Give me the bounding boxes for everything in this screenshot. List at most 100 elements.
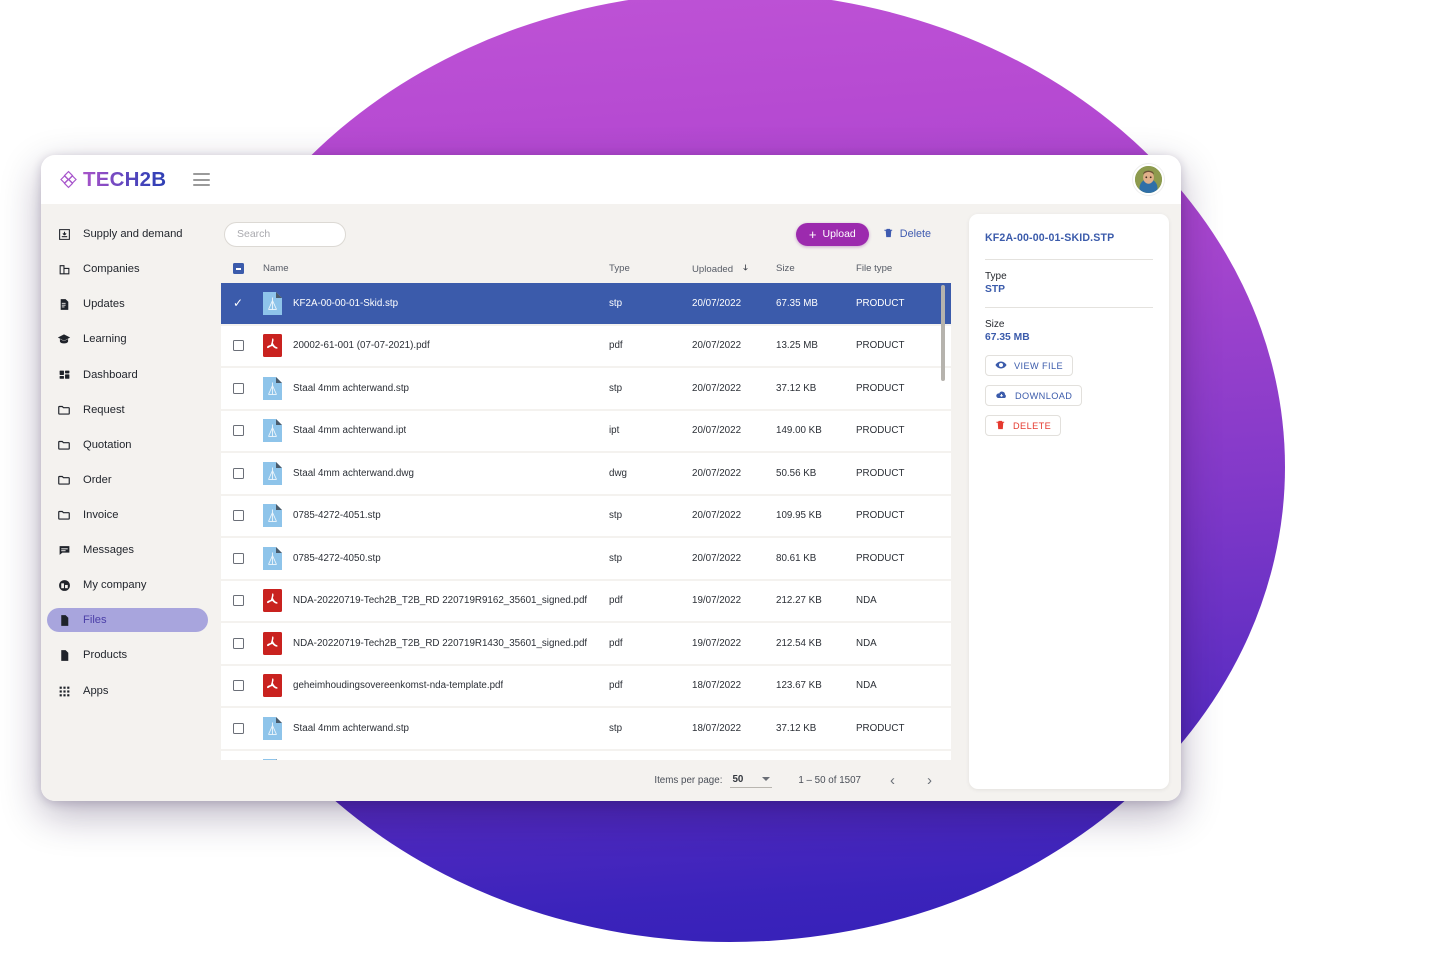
column-header-name[interactable]: Name <box>263 263 609 274</box>
download-button[interactable]: DOWNLOAD <box>985 385 1083 406</box>
column-header-filetype[interactable]: File type <box>856 263 951 274</box>
delete-button-label: Delete <box>899 228 931 240</box>
row-name-cell: Staal 4mm achterwand.stp <box>263 376 609 400</box>
detail-type-label: Type <box>985 271 1007 282</box>
sidebar-item-label: Order <box>83 474 112 486</box>
chevron-right-icon[interactable]: › <box>924 773 935 788</box>
row-uploaded: 20/07/2022 <box>692 425 742 437</box>
row-size: 67.35 MB <box>776 297 818 309</box>
column-header-size[interactable]: Size <box>776 263 856 274</box>
table-row[interactable]: NDA-20220719-Tech2B_T2B_RD 220719R1430_3… <box>221 623 951 666</box>
sidebar-item-learning[interactable]: Learning <box>47 327 208 351</box>
file-icon <box>57 648 71 662</box>
table-row[interactable]: 20002-61-001 (07-07-2021).pdf pdf 20/07/… <box>221 325 951 368</box>
table-body[interactable]: ✓ KF2A-00-00-01-Skid.stp stp 20/07/2022 … <box>221 283 951 760</box>
row-name-cell: geheimhoudingsovereenkomst-nda-template.… <box>263 674 609 698</box>
row-checkbox[interactable] <box>233 595 263 607</box>
sidebar-item-updates[interactable]: Updates <box>47 292 208 316</box>
table-row[interactable]: Staal 4mm achterwand.stp stp 18/07/2022 … <box>221 708 951 751</box>
sidebar-item-my-company[interactable]: My company <box>47 573 208 597</box>
sidebar-group-3: Apps <box>41 679 216 703</box>
sidebar-item-messages[interactable]: Messages <box>47 538 208 562</box>
view-file-label: VIEW FILE <box>1014 360 1064 371</box>
row-checkbox[interactable]: ✓ <box>233 297 263 309</box>
table-row[interactable]: 0785-4272-4051.stp stp 20/07/2022 109.95… <box>221 495 951 538</box>
table-row[interactable] <box>221 750 951 760</box>
sidebar-item-request[interactable]: Request <box>47 398 208 422</box>
row-filetype: PRODUCT <box>856 722 905 734</box>
checkbox-icon <box>233 340 244 352</box>
sidebar-item-order[interactable]: Order <box>47 468 208 492</box>
table-header-row: Name Type Uploaded Size File type <box>221 254 951 283</box>
cad-file-icon <box>263 504 282 528</box>
sidebar-item-apps[interactable]: Apps <box>47 679 208 703</box>
app-window: TECH2B Supply and demand Companies Updat… <box>41 155 1181 801</box>
row-size: 109.95 KB <box>776 510 822 522</box>
table-scrollbar-thumb[interactable] <box>940 285 945 381</box>
delete-button[interactable]: Delete <box>883 227 931 242</box>
file-name: geheimhoudingsovereenkomst-nda-template.… <box>293 680 504 692</box>
row-checkbox[interactable] <box>233 467 263 479</box>
row-name-cell: 0785-4272-4050.stp <box>263 546 609 570</box>
row-name-cell: NDA-20220719-Tech2B_T2B_RD 220719R1430_3… <box>263 631 609 655</box>
row-checkbox[interactable] <box>233 552 263 564</box>
detail-divider <box>985 259 1153 260</box>
select-all-checkbox[interactable] <box>233 263 263 274</box>
table-row[interactable]: Staal 4mm achterwand.dwg dwg 20/07/2022 … <box>221 453 951 496</box>
row-uploaded: 20/07/2022 <box>692 552 742 564</box>
dashboard-grid-icon <box>57 368 71 382</box>
row-uploaded: 20/07/2022 <box>692 467 742 479</box>
checkbox-icon <box>233 552 244 564</box>
table-row[interactable]: 0785-4272-4050.stp stp 20/07/2022 80.61 … <box>221 538 951 581</box>
sidebar-group-1: Supply and demand Companies Updates Lear… <box>41 222 216 351</box>
row-checkbox[interactable] <box>233 722 263 734</box>
row-checkbox[interactable] <box>233 637 263 649</box>
row-checkbox[interactable] <box>233 425 263 437</box>
sidebar-item-supply-and-demand[interactable]: Supply and demand <box>47 222 208 246</box>
row-checkbox[interactable] <box>233 340 263 352</box>
sidebar-item-label: Dashboard <box>83 369 138 381</box>
table-row[interactable]: NDA-20220719-Tech2B_T2B_RD 220719R9162_3… <box>221 580 951 623</box>
checkbox-icon <box>233 722 244 734</box>
chevron-down-icon <box>762 777 771 781</box>
row-size: 37.12 KB <box>776 382 817 394</box>
plus-icon: + <box>808 226 817 242</box>
brand-logo[interactable]: TECH2B <box>59 168 166 192</box>
file-detail-panel: KF2A-00-00-01-SKID.STP Type STP Size 67.… <box>969 214 1169 789</box>
company-badge-icon <box>57 578 71 592</box>
table-row[interactable]: Staal 4mm achterwand.ipt ipt 20/07/2022 … <box>221 410 951 453</box>
top-bar: TECH2B <box>41 155 1181 204</box>
row-size: 50.56 KB <box>776 467 817 479</box>
detail-delete-button[interactable]: DELETE <box>985 415 1062 436</box>
table-row[interactable]: Staal 4mm achterwand.stp stp 20/07/2022 … <box>221 368 951 411</box>
sidebar-item-products[interactable]: Products <box>47 643 208 667</box>
table-row[interactable]: geheimhoudingsovereenkomst-nda-template.… <box>221 665 951 708</box>
column-header-type[interactable]: Type <box>609 263 692 274</box>
table-row[interactable]: ✓ KF2A-00-00-01-Skid.stp stp 20/07/2022 … <box>221 283 951 326</box>
sidebar-item-dashboard[interactable]: Dashboard <box>47 363 208 387</box>
column-header-uploaded[interactable]: Uploaded <box>692 262 776 276</box>
hamburger-menu-icon[interactable] <box>193 173 211 186</box>
sidebar-item-files[interactable]: Files <box>47 608 208 632</box>
sidebar-item-invoice[interactable]: Invoice <box>47 503 208 527</box>
file-name: 0785-4272-4051.stp <box>293 510 381 522</box>
sidebar-group-2: Dashboard Request Quotation Order Invoic… <box>41 363 216 667</box>
view-file-button[interactable]: VIEW FILE <box>985 355 1074 376</box>
row-uploaded: 20/07/2022 <box>692 382 742 394</box>
row-checkbox[interactable] <box>233 382 263 394</box>
user-avatar[interactable] <box>1133 164 1164 195</box>
cad-file-icon <box>263 716 282 740</box>
upload-button[interactable]: + Upload <box>795 222 869 246</box>
sidebar-item-quotation[interactable]: Quotation <box>47 433 208 457</box>
items-per-page-select[interactable]: 50 <box>730 774 773 788</box>
row-checkbox[interactable] <box>233 680 263 692</box>
search-input[interactable] <box>224 221 346 247</box>
file-name: 0785-4272-4050.stp <box>293 552 381 564</box>
sidebar-item-companies[interactable]: Companies <box>47 257 208 281</box>
chevron-left-icon[interactable]: ‹ <box>887 773 898 788</box>
sidebar-item-label: My company <box>83 579 147 591</box>
row-filetype: PRODUCT <box>856 340 905 352</box>
row-size: 37.12 KB <box>776 722 817 734</box>
row-checkbox[interactable] <box>233 510 263 522</box>
pdf-file-icon <box>263 631 282 655</box>
